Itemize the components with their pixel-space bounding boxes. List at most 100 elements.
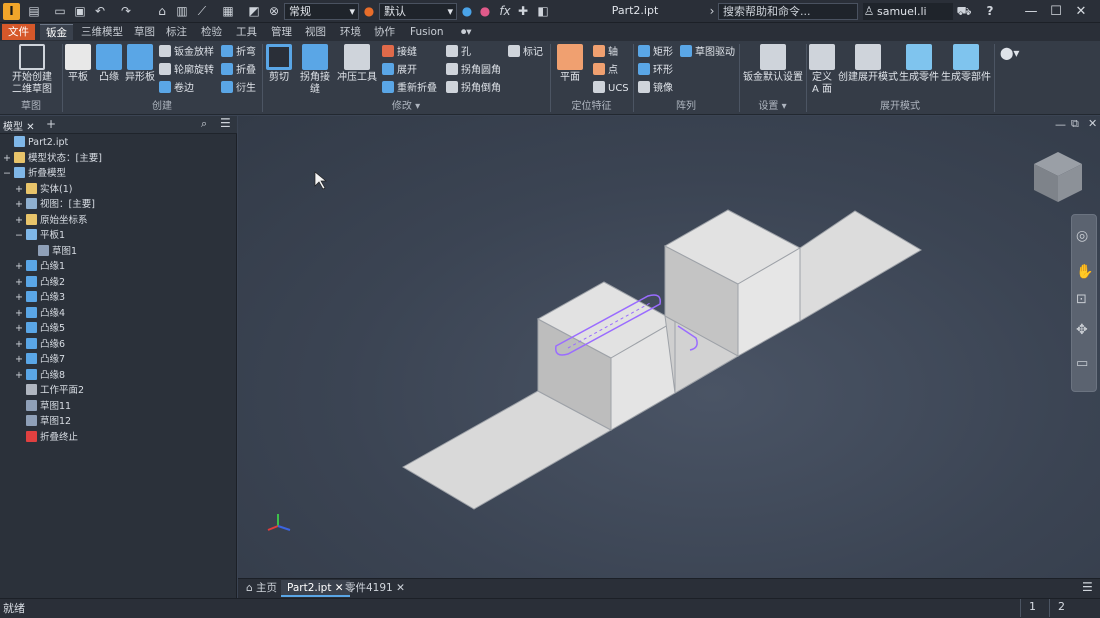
viewport-close-icon[interactable]: ✕	[1088, 117, 1097, 130]
browser-node[interactable]: + 原始坐标系	[3, 213, 233, 229]
browser-node[interactable]: + 凸缘5	[3, 321, 233, 337]
corner-round-button[interactable]: 拐角圆角	[446, 63, 501, 79]
help-search-input[interactable]: 搜索帮助和命令...	[718, 3, 858, 20]
redo-icon[interactable]: ↷	[118, 3, 134, 20]
browser-node[interactable]: + 凸缘4	[3, 306, 233, 322]
expand-icon[interactable]: +	[3, 151, 11, 167]
expand-icon[interactable]: +	[15, 368, 23, 384]
tab-3d-model[interactable]: 三维模型	[75, 24, 129, 40]
define-a-side-button[interactable]: 定义 A 面	[809, 44, 835, 96]
doc-tab-part4191[interactable]: 零件4191 ✕	[339, 580, 411, 597]
tab-file[interactable]: 文件	[2, 24, 35, 40]
look-at-icon[interactable]: ▭	[1076, 356, 1088, 371]
cart-icon[interactable]: ⛟	[955, 3, 973, 20]
browser-node[interactable]: + 凸缘7	[3, 352, 233, 368]
unfold-button[interactable]: 展开	[382, 63, 417, 79]
add-ins-icon[interactable]: ⬤▾	[1000, 45, 1019, 61]
doc-tab-home[interactable]: ⌂ 主页	[240, 580, 283, 597]
rip-button[interactable]: 接缝	[382, 45, 417, 61]
help-icon[interactable]: ?	[983, 3, 997, 20]
doc-tabs-menu-icon[interactable]: ☰	[1082, 580, 1093, 594]
browser-tab-model[interactable]: 模型 ✕	[3, 118, 35, 133]
open-file-icon[interactable]: ▭	[52, 3, 68, 20]
tab-sheet-metal[interactable]: 钣金	[40, 24, 73, 40]
browser-node[interactable]: + 凸缘1	[3, 259, 233, 275]
close-icon[interactable]: ✕	[26, 122, 34, 133]
view-cube[interactable]	[1034, 152, 1082, 202]
work-point-button[interactable]: 点	[593, 63, 618, 79]
sketch-driven-pattern-button[interactable]: 草图驱动	[680, 45, 735, 61]
browser-node[interactable]: 工作平面2	[3, 383, 233, 399]
tab-fusion[interactable]: Fusion	[404, 24, 450, 40]
browser-node[interactable]: 草图1	[3, 244, 233, 260]
search-icon[interactable]: ⌕	[201, 117, 207, 131]
browser-node[interactable]: + 凸缘2	[3, 275, 233, 291]
new-file-icon[interactable]: ▤	[26, 3, 42, 20]
style-combo[interactable]: 常规 ▾	[284, 3, 359, 20]
start-2d-sketch-button[interactable]: 开始创建 二维草图	[8, 44, 56, 96]
browser-node[interactable]: + 视图：[主要]	[3, 197, 233, 213]
browser-node[interactable]: 草图11	[3, 399, 233, 415]
add-browser-icon[interactable]: +	[46, 117, 56, 131]
ucs-button[interactable]: UCS	[593, 81, 629, 97]
viewport-restore-icon[interactable]: ⧉	[1071, 117, 1079, 131]
panel-label-modify[interactable]: 修改 ▾	[263, 100, 549, 113]
collapse-icon[interactable]: −	[15, 228, 23, 244]
orbit-icon[interactable]: ✥	[1076, 322, 1088, 338]
generate-part-button[interactable]: 生成零件	[899, 44, 939, 84]
print-icon[interactable]: ▥	[174, 3, 190, 20]
fold2-button[interactable]: 折叠	[221, 63, 256, 79]
forbid-icon[interactable]: ⊗	[266, 3, 282, 20]
expand-icon[interactable]: +	[15, 337, 23, 353]
save-icon[interactable]: ▣	[72, 3, 88, 20]
parameters-icon[interactable]: fx	[497, 3, 513, 20]
expand-icon[interactable]: +	[15, 290, 23, 306]
plus-icon[interactable]: ✚	[516, 3, 530, 20]
contour-flange-button[interactable]: 异形板	[124, 44, 156, 84]
panel-label-setup[interactable]: 设置 ▾	[740, 100, 805, 113]
browser-node[interactable]: + 凸缘3	[3, 290, 233, 306]
viewport-minimize-icon[interactable]: —	[1055, 118, 1066, 131]
refold-button[interactable]: 重新折叠	[382, 81, 437, 97]
measure-icon[interactable]: ⟋	[194, 3, 210, 20]
cut-button[interactable]: 剪切	[265, 44, 293, 84]
browser-node[interactable]: + 凸缘8	[3, 368, 233, 384]
tab-collaborate[interactable]: 协作	[368, 24, 401, 40]
create-flat-pattern-button[interactable]: 创建展开模式	[838, 44, 898, 84]
contour-roll-button[interactable]: 轮廓旋转	[159, 63, 214, 79]
browser-node[interactable]: + 模型状态：[主要]	[3, 151, 233, 167]
browser-node[interactable]: + 实体(1)	[3, 182, 233, 198]
circ-pattern-button[interactable]: 环形	[638, 63, 673, 79]
punch-tool-button[interactable]: 冲压工具	[337, 44, 377, 84]
minimize-button[interactable]: —	[1020, 2, 1042, 21]
close-icon[interactable]: ✕	[396, 582, 405, 594]
menu-icon[interactable]: ☰	[220, 116, 231, 130]
update-icon[interactable]: ▦	[220, 3, 236, 20]
ribbon-options-icon[interactable]: ⏺▾	[455, 24, 478, 40]
tab-sketch[interactable]: 草图	[128, 24, 161, 40]
fold-button[interactable]: 折弯	[221, 45, 256, 61]
corner-chamfer-button[interactable]: 拐角倒角	[446, 81, 501, 97]
face-button[interactable]: 平板	[64, 44, 92, 84]
expand-icon[interactable]: +	[15, 306, 23, 322]
tab-tools[interactable]: 工具	[230, 24, 263, 40]
expand-icon[interactable]: +	[15, 275, 23, 291]
expand-icon[interactable]: +	[15, 321, 23, 337]
rect-pattern-button[interactable]: 矩形	[638, 45, 673, 61]
chevron-right-icon[interactable]: ›	[706, 3, 718, 20]
browser-node[interactable]: Part2.ipt	[3, 135, 233, 151]
tab-environments[interactable]: 环境	[334, 24, 367, 40]
flange-button[interactable]: 凸缘	[95, 44, 123, 84]
browser-node[interactable]: 折叠终止	[3, 430, 233, 446]
expand-icon[interactable]: +	[15, 197, 23, 213]
ilogic-icon[interactable]: ◧	[535, 3, 551, 20]
derive-button[interactable]: 衍生	[221, 81, 256, 97]
browser-node[interactable]: − 折叠模型	[3, 166, 233, 182]
maximize-button[interactable]: ☐	[1045, 2, 1067, 21]
work-plane-button[interactable]: 平面	[555, 44, 585, 84]
browser-node[interactable]: − 平板1	[3, 228, 233, 244]
expand-icon[interactable]: +	[15, 352, 23, 368]
hem-button[interactable]: 卷边	[159, 81, 194, 97]
mark-button[interactable]: 标记	[508, 45, 543, 61]
close-button[interactable]: ✕	[1070, 2, 1092, 21]
